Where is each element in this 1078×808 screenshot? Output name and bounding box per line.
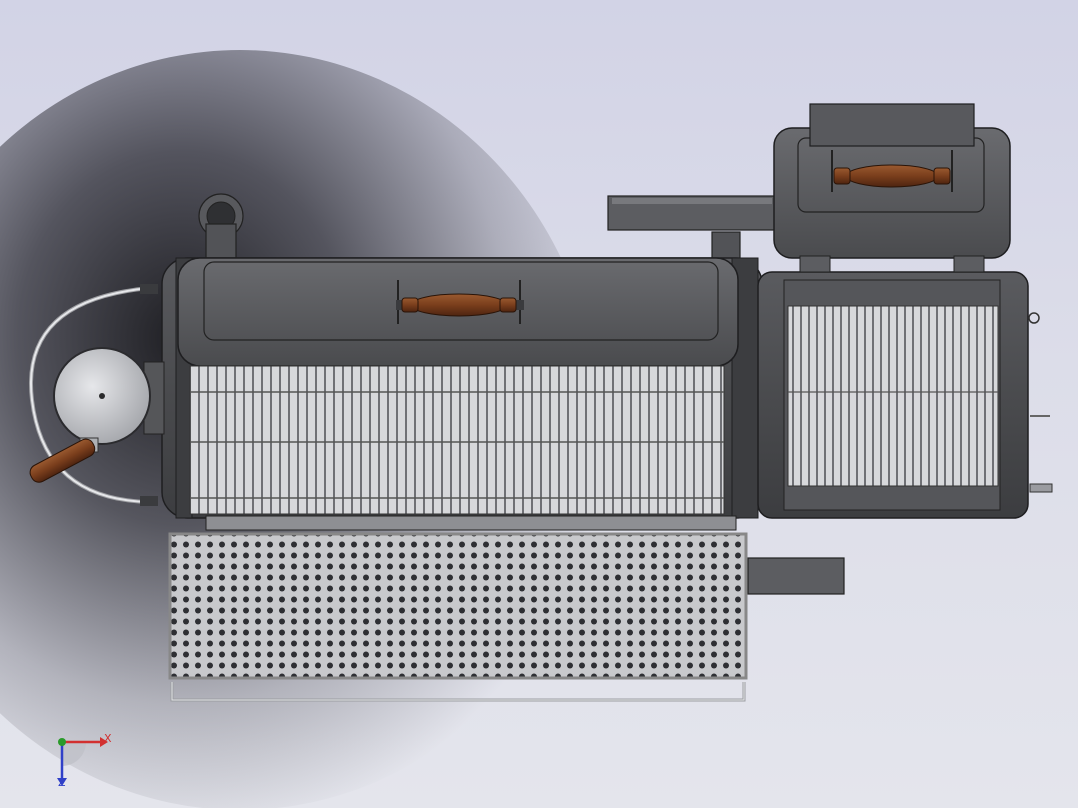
axis-z-label: Z [58,776,66,789]
firebox-grate [787,305,999,487]
side-handle[interactable] [27,436,99,485]
cooking-grates [189,365,725,515]
perforated-front-shelf[interactable] [168,532,748,702]
firebox-hardware [1028,312,1053,493]
side-shelf-top[interactable] [607,195,779,231]
axis-x-label: X [104,732,112,745]
firebox-lid[interactable] [773,103,1011,273]
side-shelf-bottom[interactable] [747,557,845,595]
smoker-model[interactable] [0,0,1078,808]
chamber-bottom-rail [205,515,737,531]
cad-viewport[interactable]: X Y Z [0,0,1078,808]
